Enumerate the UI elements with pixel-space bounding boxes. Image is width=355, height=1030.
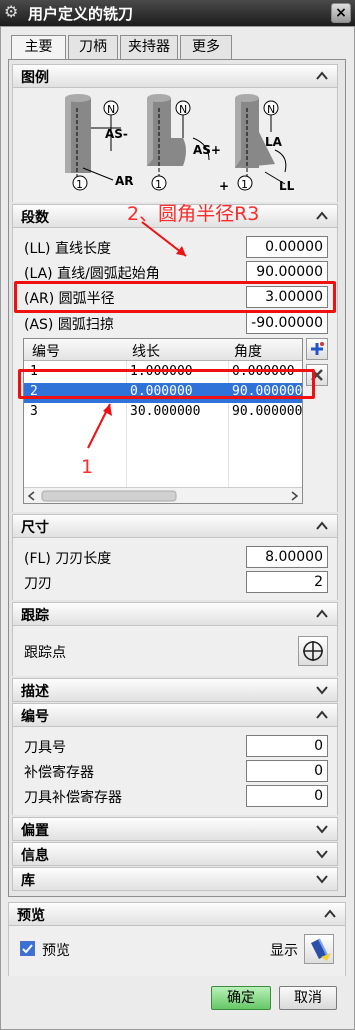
chevron-down-icon[interactable] <box>315 683 329 697</box>
cutcom-register-input[interactable]: 0 <box>246 785 328 807</box>
section-dimensions-header[interactable]: 尺寸 <box>12 514 338 538</box>
adjust-register-label: 补偿寄存器 <box>24 765 94 781</box>
chevron-down-icon[interactable] <box>315 847 329 861</box>
flutes-label: 刀刃 <box>24 576 52 592</box>
chevron-up-icon[interactable] <box>315 708 329 722</box>
preview-checkbox-label: 预览 <box>42 943 70 959</box>
cancel-button[interactable]: 取消 <box>279 986 337 1010</box>
section-dimensions-title: 尺寸 <box>21 520 49 536</box>
section-offset-title: 偏置 <box>21 823 49 839</box>
tracking-point-button[interactable] <box>298 636 328 666</box>
section-tracking-header[interactable]: 跟踪 <box>12 602 338 626</box>
show-button[interactable] <box>304 934 334 964</box>
section-tracking-title: 跟踪 <box>21 608 49 624</box>
tracking-point-label: 跟踪点 <box>24 645 66 661</box>
section-description-header[interactable]: 描述 <box>12 678 338 702</box>
cutcom-register-label: 刀具补偿寄存器 <box>24 790 122 806</box>
flutes-input[interactable]: 2 <box>246 571 328 593</box>
ok-button[interactable]: 确定 <box>211 986 271 1010</box>
section-info-title: 信息 <box>21 848 49 864</box>
section-info-header[interactable]: 信息 <box>12 842 338 866</box>
section-numbering-header[interactable]: 编号 <box>12 703 338 727</box>
chevron-down-icon[interactable] <box>315 872 329 886</box>
section-offset-header[interactable]: 偏置 <box>12 817 338 841</box>
preview-checkbox[interactable] <box>20 941 35 956</box>
flashlight-icon <box>311 938 331 961</box>
adjust-register-input[interactable]: 0 <box>246 760 328 782</box>
checkmark-icon <box>22 944 33 954</box>
section-preview-title: 预览 <box>17 908 45 924</box>
section-description-title: 描述 <box>21 684 49 700</box>
chevron-up-icon[interactable] <box>315 607 329 621</box>
fl-label: (FL) 刀刃长度 <box>24 551 112 567</box>
chevron-down-icon[interactable] <box>315 822 329 836</box>
section-library-header[interactable]: 库 <box>12 867 338 891</box>
chevron-up-icon[interactable] <box>323 907 337 921</box>
tool-number-label: 刀具号 <box>24 740 66 756</box>
show-label: 显示 <box>270 943 298 959</box>
crosshair-icon <box>303 641 323 661</box>
section-library-title: 库 <box>21 873 35 889</box>
section-preview-header[interactable]: 预览 <box>8 902 346 926</box>
fl-input[interactable]: 8.00000 <box>246 546 328 568</box>
section-numbering-title: 编号 <box>21 709 49 725</box>
chevron-up-icon[interactable] <box>315 519 329 533</box>
tool-number-input[interactable]: 0 <box>246 735 328 757</box>
